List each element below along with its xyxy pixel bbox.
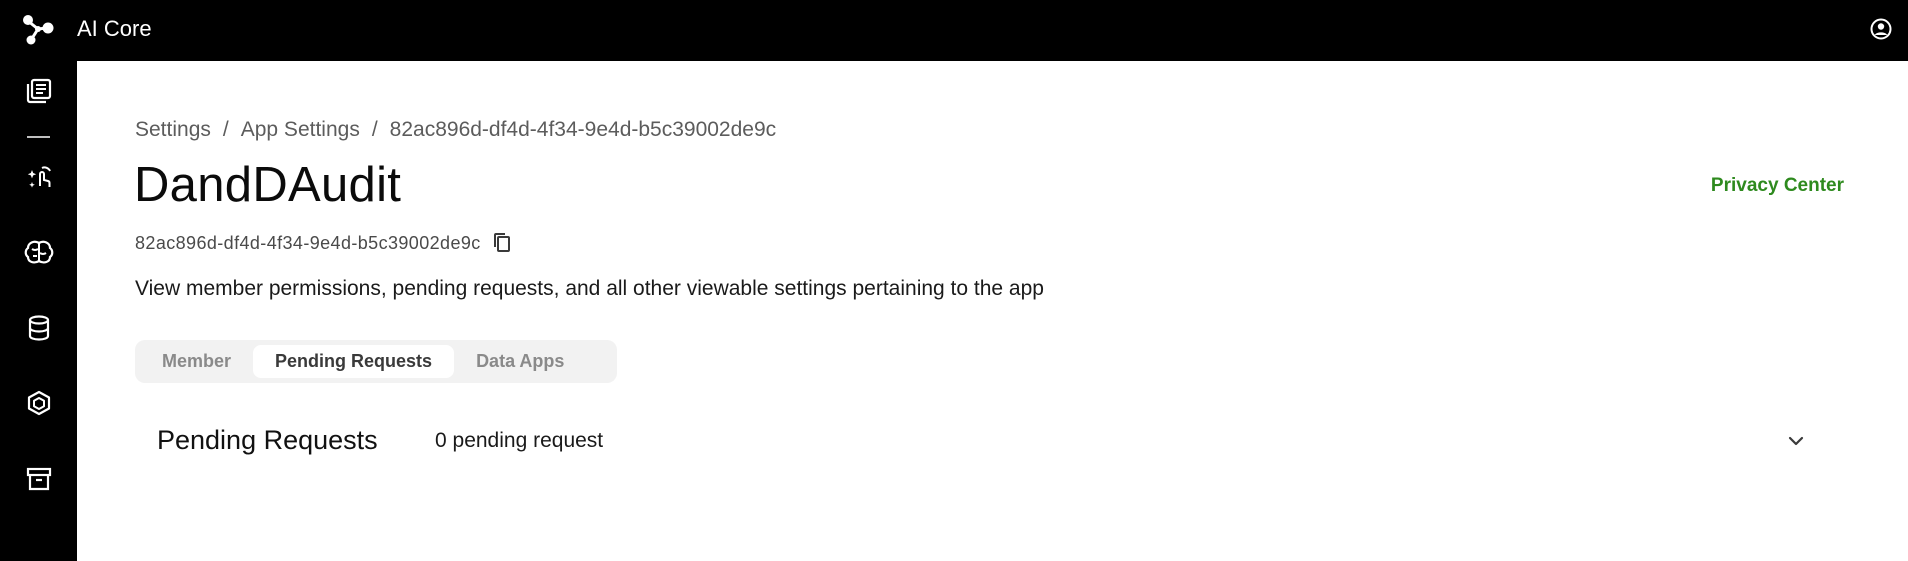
breadcrumb-current-app: 82ac896d-df4d-4f34-9e4d-b5c39002de9c bbox=[389, 118, 777, 141]
sidebar-item-databases[interactable] bbox=[18, 309, 60, 351]
app-title: AI Core bbox=[77, 16, 152, 41]
sidebar-item-storage[interactable] bbox=[18, 384, 60, 426]
sidebar-item-archive[interactable] bbox=[18, 460, 60, 502]
page-title: DandDAudit bbox=[134, 158, 402, 212]
main-content: Settings / App Settings / 82ac896d-df4d-… bbox=[77, 61, 1908, 561]
brain-icon bbox=[24, 238, 54, 271]
top-bar: AI Core bbox=[0, 0, 1908, 61]
molecule-logo-icon[interactable] bbox=[18, 10, 58, 50]
tab-member[interactable]: Member bbox=[140, 345, 253, 378]
breadcrumb-separator: / bbox=[371, 118, 378, 141]
database-icon bbox=[26, 314, 52, 347]
sidebar-item-library[interactable] bbox=[18, 72, 60, 114]
settings-tabs: Member Pending Requests Data Apps bbox=[135, 340, 617, 383]
breadcrumb-app-settings[interactable]: App Settings bbox=[241, 118, 360, 142]
copy-icon[interactable] bbox=[491, 231, 513, 255]
chevron-down-icon[interactable] bbox=[1783, 428, 1809, 454]
tab-data-apps[interactable]: Data Apps bbox=[454, 345, 586, 378]
account-circle-icon[interactable] bbox=[1868, 16, 1894, 42]
sidebar bbox=[0, 61, 77, 561]
pending-request-count: 0 pending request bbox=[435, 429, 604, 452]
sparkle-tap-icon bbox=[25, 162, 53, 195]
library-icon bbox=[25, 77, 53, 110]
breadcrumb-separator: / bbox=[222, 118, 229, 141]
sidebar-divider bbox=[27, 136, 50, 138]
breadcrumb: Settings / App Settings / 82ac896d-df4d-… bbox=[135, 118, 776, 142]
app-id-row: 82ac896d-df4d-4f34-9e4d-b5c39002de9c bbox=[135, 231, 513, 255]
cube-icon bbox=[25, 389, 53, 422]
breadcrumb-settings[interactable]: Settings bbox=[135, 118, 211, 142]
app-id: 82ac896d-df4d-4f34-9e4d-b5c39002de9c bbox=[135, 232, 481, 253]
tab-pending-requests[interactable]: Pending Requests bbox=[253, 345, 455, 378]
section-title: Pending Requests bbox=[157, 425, 378, 455]
sidebar-item-models[interactable] bbox=[18, 233, 60, 275]
sidebar-item-prompt[interactable] bbox=[18, 157, 60, 199]
page-description: View member permissions, pending request… bbox=[135, 277, 1044, 300]
pending-requests-section[interactable]: Pending Requests 0 pending request bbox=[135, 411, 1851, 471]
privacy-center-link[interactable]: Privacy Center bbox=[1711, 175, 1844, 197]
archive-icon bbox=[25, 465, 53, 498]
